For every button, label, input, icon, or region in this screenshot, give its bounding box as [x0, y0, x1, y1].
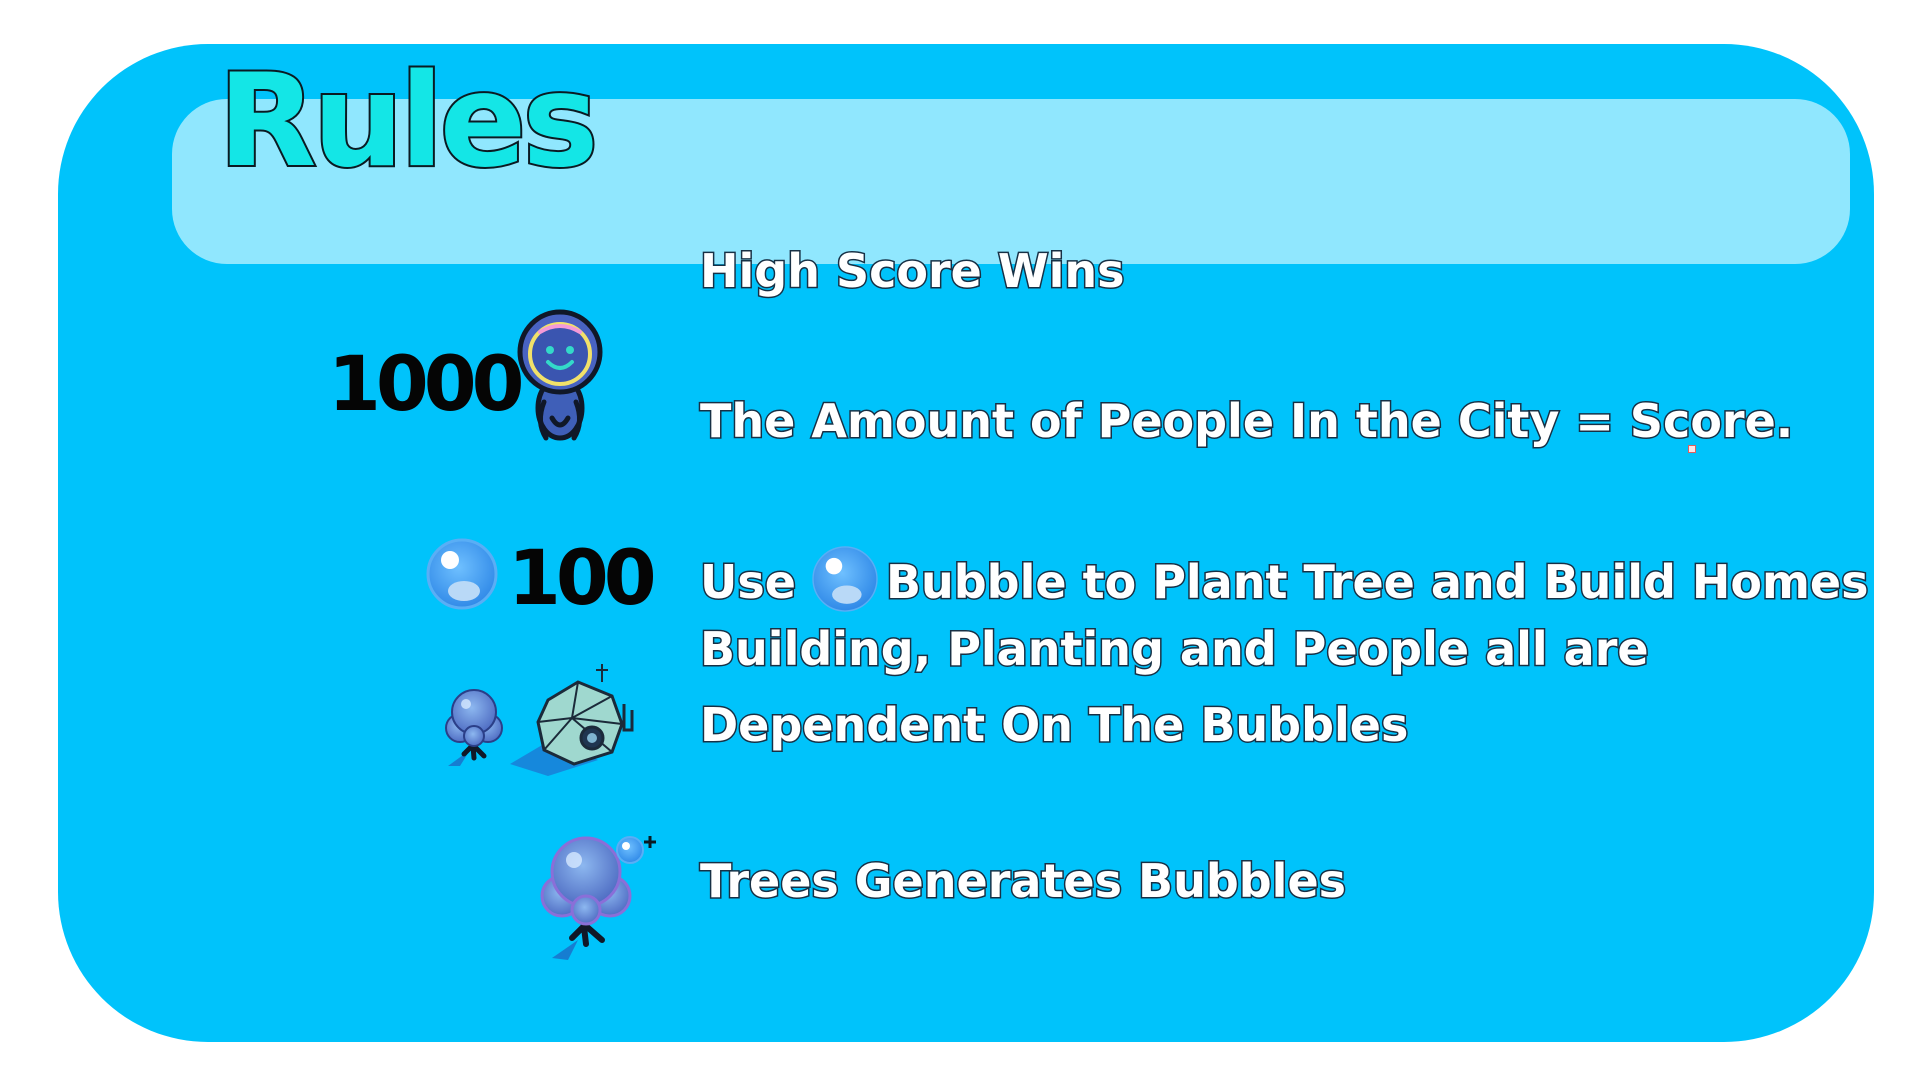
tree-generating-bubbles-icon: [540, 836, 656, 960]
rule-high-score: High Score Wins: [699, 244, 1126, 298]
person-icon: [517, 309, 603, 441]
page-title: Rules: [216, 47, 601, 196]
bubble-icon: [812, 546, 878, 612]
score-value: 1000: [328, 339, 525, 428]
bubble-tree-icon: [445, 689, 503, 766]
rule-people-score: The Amount of People In the City = Score…: [698, 394, 1794, 448]
rule-dependent-line1: Building, Planting and People all are: [699, 622, 1651, 676]
rule-trees-generate: Trees Generates Bubbles: [698, 854, 1347, 908]
bubble-icon: [426, 538, 498, 610]
bubble-value: 100: [508, 533, 657, 622]
rule-use-suffix: Bubble to Plant Tree and Build Homes: [884, 555, 1870, 609]
rule-dependent-line2: Dependent On The Bubbles: [698, 698, 1409, 752]
dome-home-icon: [510, 664, 634, 776]
rule-use-bubble: Use Bubble to Plant Tree and Build Homes: [699, 544, 1870, 614]
rule-use-prefix: Use: [699, 555, 798, 609]
cursor-dot: [1688, 445, 1696, 453]
